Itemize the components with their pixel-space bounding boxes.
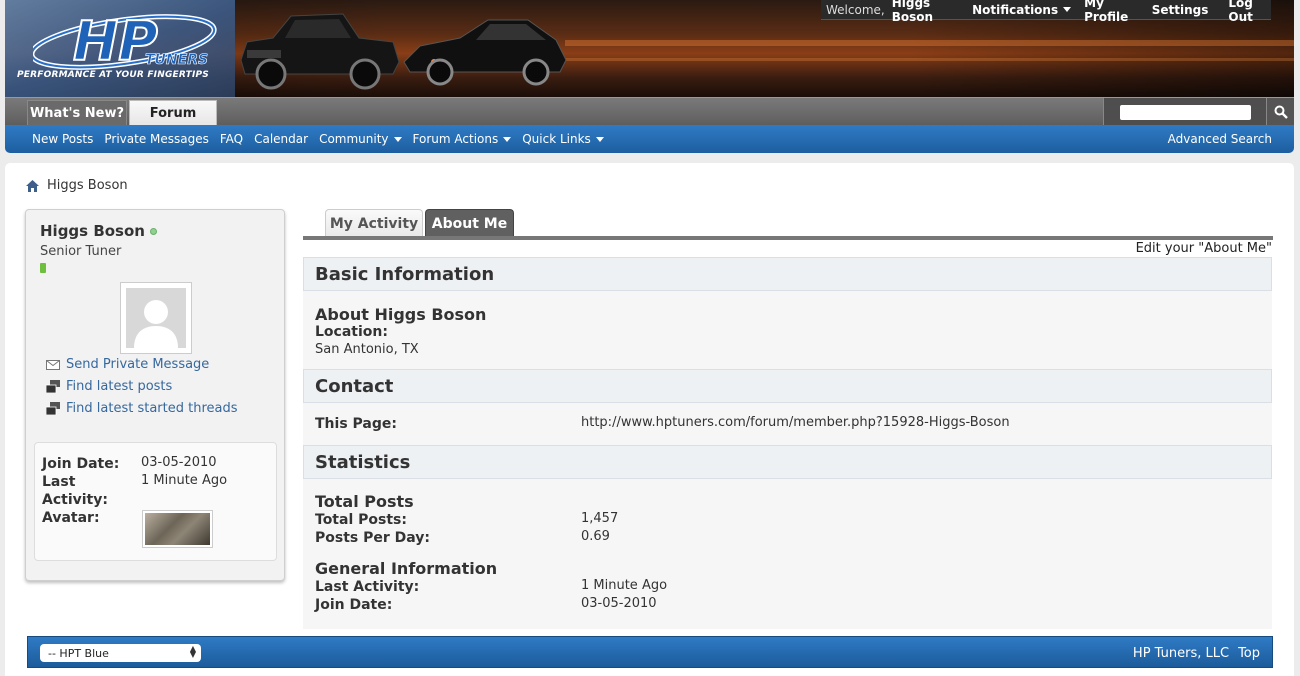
search-input[interactable] — [1119, 104, 1251, 120]
subnav-private-messages[interactable]: Private Messages — [104, 132, 209, 146]
search-icon — [1274, 105, 1288, 119]
send-private-message-label: Send Private Message — [66, 357, 210, 372]
member-info-box: Join Date: 03-05-2010 Last Activity: 1 M… — [34, 442, 277, 561]
last-activity-label-2: Activity: — [42, 492, 108, 508]
posts-per-day-value: 0.69 — [581, 529, 610, 544]
subnav-new-posts[interactable]: New Posts — [32, 132, 93, 146]
avatar-placeholder-icon — [126, 288, 186, 348]
find-latest-threads-link[interactable]: Find latest started threads — [46, 401, 238, 416]
member-name[interactable]: Higgs Boson — [40, 222, 145, 240]
avatar-image — [145, 513, 210, 545]
footer-bar: -- HPT Blue ▲ ▼ HP Tuners, LLC Top — [27, 636, 1273, 668]
last-activity-label: Last — [42, 474, 76, 490]
truck-image — [240, 13, 400, 90]
subnav-community-label: Community — [319, 132, 389, 146]
style-chooser-value: -- HPT Blue — [48, 646, 109, 660]
tab-forum[interactable]: Forum — [129, 100, 217, 126]
banner-stripe — [565, 58, 1294, 61]
join-date-value: 03-05-2010 — [141, 455, 217, 470]
chevron-down-icon — [595, 136, 604, 142]
statistics-header: Statistics — [303, 445, 1272, 479]
username-link[interactable]: Higgs Boson — [892, 0, 959, 24]
join-date-label: Join Date: — [315, 597, 393, 613]
logo-sub: TUNERS — [145, 52, 208, 68]
subnav-forum-actions[interactable]: Forum Actions — [413, 132, 512, 146]
chevron-down-icon — [393, 136, 402, 142]
find-latest-threads-label: Find latest started threads — [66, 401, 238, 416]
location-value: San Antonio, TX — [315, 342, 419, 357]
about-title: About Higgs Boson — [315, 305, 487, 324]
about-me-content: Basic Information About Higgs Boson Loca… — [303, 257, 1272, 629]
avatar — [120, 282, 192, 354]
search-button[interactable] — [1267, 98, 1294, 126]
user-bar: Welcome, Higgs Boson Notifications My Pr… — [821, 0, 1271, 24]
style-chooser-select[interactable]: -- HPT Blue ▲ ▼ — [40, 644, 201, 662]
subnav-forum-actions-label: Forum Actions — [412, 132, 499, 146]
sub-nav: New Posts Private Messages FAQ Calendar … — [5, 125, 1294, 153]
join-date-value: 03-05-2010 — [581, 596, 657, 611]
top-link[interactable]: Top — [1238, 646, 1260, 661]
select-arrows-icon: ▲ ▼ — [189, 644, 196, 659]
search-box — [1103, 98, 1267, 126]
posts-icon — [46, 380, 60, 393]
this-page-label: This Page: — [315, 416, 397, 432]
edit-about-me-link[interactable]: Edit your "About Me" — [1136, 241, 1272, 256]
settings-link[interactable]: Settings — [1152, 3, 1209, 17]
notifications-label: Notifications — [972, 2, 1059, 17]
last-activity-value: 1 Minute Ago — [581, 578, 668, 593]
tab-whats-new[interactable]: What's New? — [27, 100, 127, 126]
this-page-url[interactable]: http://www.hptuners.com/forum/member.php… — [581, 415, 1010, 430]
logo-tagline: PERFORMANCE AT YOUR FINGERTIPS — [17, 70, 209, 80]
tab-my-activity[interactable]: My Activity — [325, 209, 423, 237]
contact-header: Contact — [303, 369, 1272, 403]
basic-information-header: Basic Information — [303, 257, 1272, 291]
online-status-icon — [149, 227, 157, 235]
general-information-title: General Information — [315, 559, 498, 578]
tab-divider — [303, 236, 1273, 240]
footer-links: HP Tuners, LLC Top — [1124, 646, 1260, 661]
subnav-quick-links-label: Quick Links — [522, 132, 591, 146]
welcome-text: Welcome, — [826, 2, 885, 17]
member-sidebar: Higgs Boson Senior Tuner Send Private Me… — [25, 209, 285, 581]
reputation-icon — [40, 263, 46, 273]
member-name-row: Higgs Boson — [40, 222, 157, 240]
hp-tuners-logo[interactable]: HP TUNERS — [33, 8, 233, 74]
tab-about-me[interactable]: About Me — [425, 209, 514, 237]
advanced-search-link[interactable]: Advanced Search — [1168, 132, 1272, 146]
join-date-label: Join Date: — [42, 456, 120, 472]
logout-link[interactable]: Log Out — [1228, 0, 1271, 24]
chevron-down-icon — [503, 136, 512, 142]
main-nav: What's New? Forum — [5, 97, 1294, 126]
find-latest-posts-label: Find latest posts — [66, 379, 173, 394]
avatar-label: Avatar: — [42, 510, 100, 526]
breadcrumb-current: Higgs Boson — [47, 178, 128, 193]
avatar-thumbnail — [142, 510, 213, 548]
company-link[interactable]: HP Tuners, LLC — [1133, 646, 1229, 661]
car-image — [403, 19, 567, 86]
member-title: Senior Tuner — [40, 244, 122, 259]
notifications-menu[interactable]: Notifications — [972, 2, 1072, 17]
last-activity-label: Last Activity: — [315, 579, 420, 595]
subnav-calendar[interactable]: Calendar — [254, 132, 308, 146]
total-posts-title: Total Posts — [315, 492, 414, 511]
chevron-down-icon — [1063, 7, 1072, 12]
send-private-message-link[interactable]: Send Private Message — [46, 357, 209, 372]
mail-icon — [46, 359, 60, 370]
banner-stripe — [565, 40, 1294, 46]
my-profile-link[interactable]: My Profile — [1084, 0, 1139, 24]
total-posts-label: Total Posts: — [315, 512, 407, 528]
breadcrumb: Higgs Boson — [26, 178, 128, 193]
posts-per-day-label: Posts Per Day: — [315, 530, 431, 546]
total-posts-value: 1,457 — [581, 511, 619, 526]
subnav-community[interactable]: Community — [319, 132, 402, 146]
find-latest-posts-link[interactable]: Find latest posts — [46, 379, 172, 394]
home-icon[interactable] — [26, 179, 39, 192]
subnav-quick-links[interactable]: Quick Links — [522, 132, 604, 146]
threads-icon — [46, 402, 60, 415]
last-activity-value: 1 Minute Ago — [141, 473, 228, 488]
location-label: Location: — [315, 324, 388, 340]
subnav-faq[interactable]: FAQ — [220, 132, 243, 146]
